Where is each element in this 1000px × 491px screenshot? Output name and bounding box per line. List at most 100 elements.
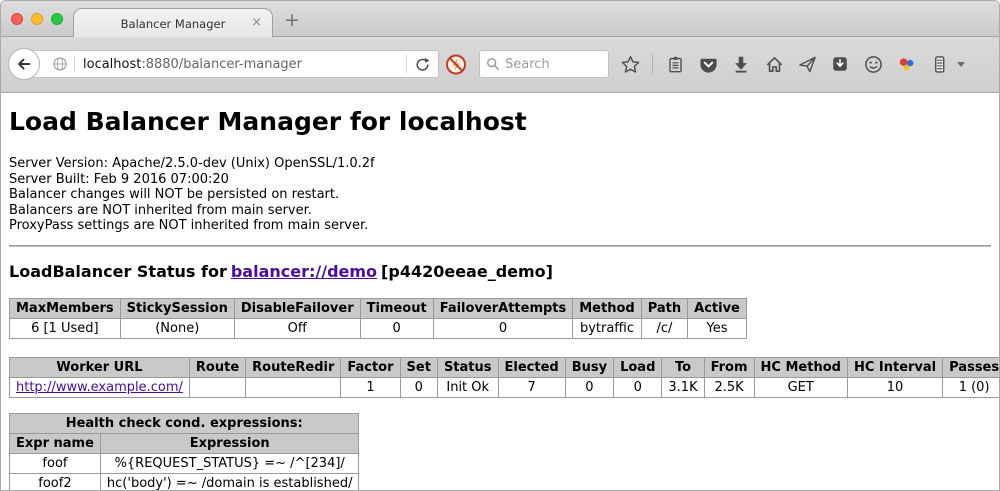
cell-expression: %{REQUEST_STATUS} =~ /^[234]/ — [100, 453, 359, 473]
cell-route — [189, 377, 245, 397]
window-controls — [11, 13, 63, 25]
cell-from: 2.5K — [704, 377, 754, 397]
health-header-row: Expr name Expression — [10, 433, 359, 453]
extension-cluster-button[interactable] — [895, 52, 917, 76]
cell-expression: hc('body') =~ /domain is established/ — [100, 473, 359, 491]
cell-to: 3.1K — [662, 377, 704, 397]
send-plane-icon — [798, 55, 817, 74]
new-tab-button[interactable]: + — [284, 9, 300, 31]
col-hc-method: HC Method — [754, 357, 847, 377]
download-arrow-icon — [732, 55, 750, 73]
content-blocker-icon — [445, 53, 467, 76]
cell-timeout: 0 — [360, 318, 433, 338]
col-hc-interval: HC Interval — [847, 357, 942, 377]
reading-list-button[interactable] — [664, 52, 686, 76]
col-worker-url: Worker URL — [10, 357, 190, 377]
pocket-icon — [699, 55, 718, 74]
smiley-icon — [864, 55, 883, 74]
send-tab-button[interactable] — [796, 52, 818, 76]
cell-maxmembers: 6 [1 Used] — [10, 318, 121, 338]
health-check-table: Health check cond. expressions: Expr nam… — [9, 413, 359, 491]
col-load: Load — [614, 357, 662, 377]
col-method: Method — [573, 298, 641, 318]
tab-bar: Balancer Manager × + — [1, 1, 999, 37]
colored-dots-icon — [897, 55, 916, 74]
cell-factor: 1 — [341, 377, 400, 397]
zoom-window-button[interactable] — [51, 13, 63, 25]
col-elected: Elected — [498, 357, 565, 377]
back-arrow-icon — [15, 55, 33, 73]
col-from: From — [704, 357, 754, 377]
col-set: Set — [400, 357, 437, 377]
minimize-window-button[interactable] — [31, 13, 43, 25]
home-button[interactable] — [763, 52, 785, 76]
status-prefix: LoadBalancer Status for — [9, 262, 227, 281]
cell-load: 0 — [614, 377, 662, 397]
col-routeredir: RouteRedir — [246, 357, 341, 377]
overflow-caret-icon[interactable] — [957, 62, 965, 67]
page-title: Load Balancer Manager for localhost — [9, 107, 991, 136]
worker-table: Worker URL Route RouteRedir Factor Set S… — [9, 357, 999, 398]
health-table-title: Health check cond. expressions: — [10, 413, 359, 433]
col-path: Path — [641, 298, 687, 318]
cell-path: /c/ — [641, 318, 687, 338]
tab-title: Balancer Manager — [121, 17, 226, 31]
download-helper-button[interactable] — [829, 52, 851, 76]
toolbar-divider — [652, 53, 653, 75]
cell-passes: 1 (0) — [943, 377, 999, 397]
address-text[interactable]: localhost:8880/balancer-manager — [83, 57, 406, 72]
bookmark-star-button[interactable] — [619, 52, 641, 76]
divider-rule — [9, 245, 991, 247]
worker-url-link[interactable]: http://www.example.com/ — [16, 380, 183, 395]
server-built-line: Server Built: Feb 9 2016 07:00:20 — [9, 172, 991, 188]
close-window-button[interactable] — [11, 13, 23, 25]
url-divider — [74, 55, 75, 73]
feedback-button[interactable] — [862, 52, 884, 76]
spacer — [9, 398, 991, 413]
col-expr-name: Expr name — [10, 433, 101, 453]
col-passes: Passes — [943, 357, 999, 377]
browser-window: Balancer Manager × + l — [0, 0, 1000, 491]
balancer-link[interactable]: balancer://demo — [231, 262, 377, 281]
reload-icon — [415, 57, 430, 72]
back-button[interactable] — [8, 48, 40, 80]
proxypass-notice-line: ProxyPass settings are NOT inherited fro… — [9, 218, 991, 234]
cell-hc-method: GET — [754, 377, 847, 397]
cell-status: Init Ok — [437, 377, 498, 397]
reload-button[interactable] — [406, 55, 438, 73]
search-input[interactable] — [505, 57, 595, 72]
worker-header-row: Worker URL Route RouteRedir Factor Set S… — [10, 357, 1000, 377]
worker-data-row: http://www.example.com/ 1 0 Init Ok 7 0 … — [10, 377, 1000, 397]
cell-worker-url: http://www.example.com/ — [10, 377, 190, 397]
col-stickysession: StickySession — [120, 298, 234, 318]
content-blocker-button[interactable] — [445, 52, 467, 76]
col-failoverattempts: FailoverAttempts — [433, 298, 573, 318]
url-host: localhost — [83, 57, 141, 72]
col-active: Active — [688, 298, 747, 318]
cell-busy: 0 — [565, 377, 613, 397]
balancer-header-row: MaxMembers StickySession DisableFailover… — [10, 298, 747, 318]
search-box[interactable] — [479, 50, 609, 78]
server-version-line: Server Version: Apache/2.5.0-dev (Unix) … — [9, 156, 991, 172]
col-timeout: Timeout — [360, 298, 433, 318]
search-icon — [486, 57, 500, 71]
pocket-button[interactable] — [697, 52, 719, 76]
balancer-data-row: 6 [1 Used] (None) Off 0 0 bytraffic /c/ … — [10, 318, 747, 338]
star-icon — [621, 55, 640, 74]
col-factor: Factor — [341, 357, 400, 377]
battery-panel-button[interactable] — [928, 52, 950, 76]
cell-hc-interval: 10 — [847, 377, 942, 397]
downloads-button[interactable] — [730, 52, 752, 76]
persist-notice-line: Balancer changes will NOT be persisted o… — [9, 187, 991, 203]
spacer — [9, 339, 991, 357]
globe-icon[interactable] — [52, 56, 68, 72]
cell-set: 0 — [400, 377, 437, 397]
col-to: To — [662, 357, 704, 377]
tab-balancer-manager[interactable]: Balancer Manager × — [73, 8, 273, 38]
url-bar[interactable]: localhost:8880/balancer-manager — [25, 50, 439, 78]
browser-chrome: Balancer Manager × + l — [1, 1, 999, 93]
balancer-status-heading: LoadBalancer Status forbalancer://demo[p… — [9, 262, 991, 281]
server-info: Server Version: Apache/2.5.0-dev (Unix) … — [9, 156, 991, 234]
tab-close-icon[interactable]: × — [251, 15, 262, 30]
cell-elected: 7 — [498, 377, 565, 397]
